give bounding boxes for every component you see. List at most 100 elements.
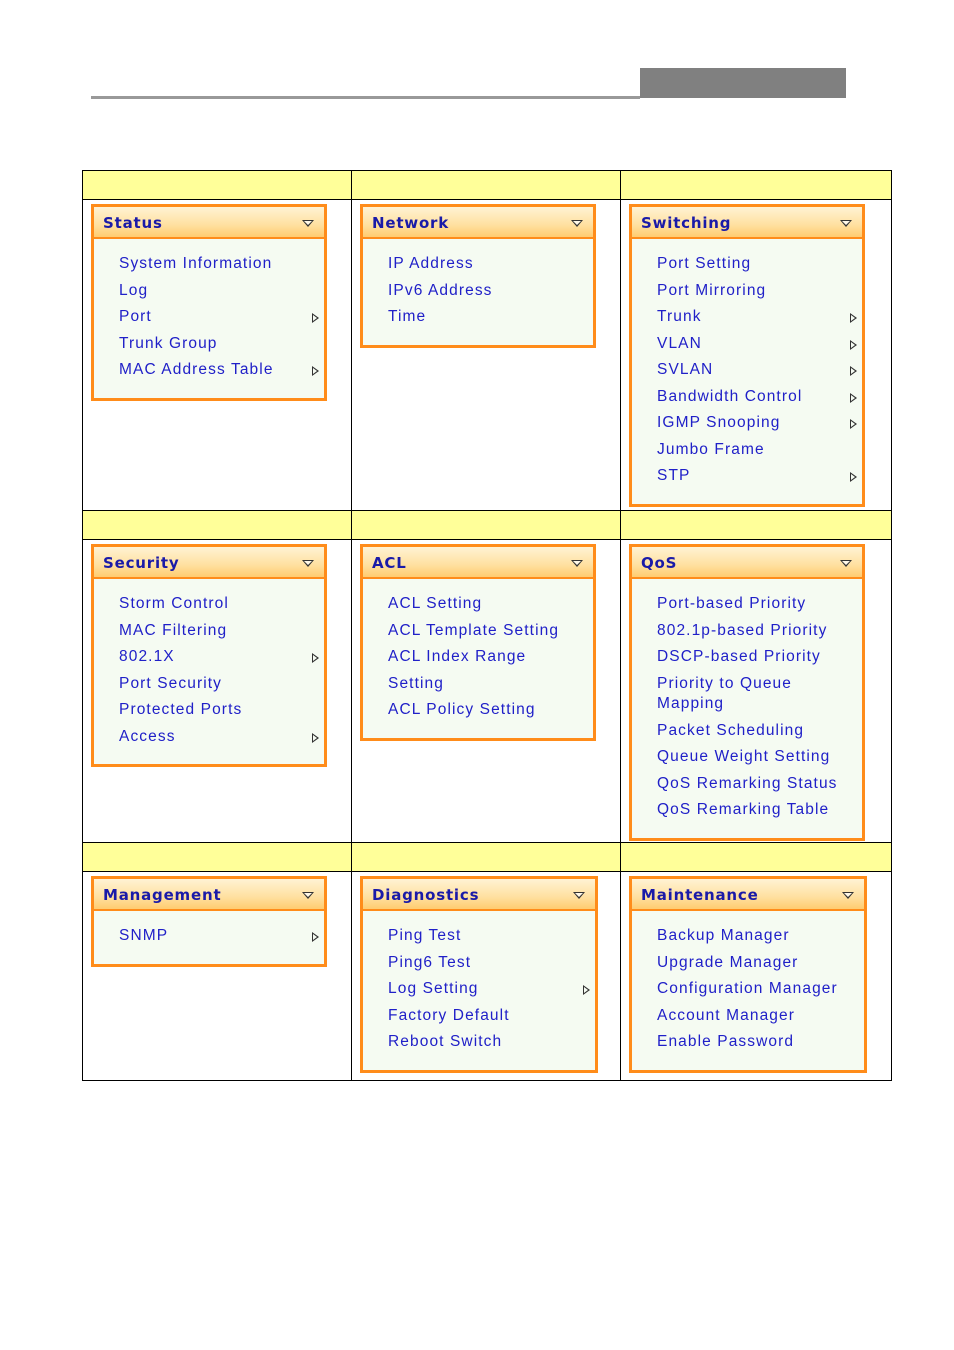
submenu-arrow-icon [850, 339, 857, 350]
menu-item[interactable]: Port-based Priority [632, 591, 862, 618]
menu-item-label: Port [119, 308, 152, 325]
menu-item[interactable]: SVLAN [632, 357, 862, 384]
menu-row-1: Status System Information Log Port Trunk Gro… [82, 199, 892, 511]
menu-title: ACL [372, 554, 407, 572]
menu-item[interactable]: Storm Control [94, 591, 324, 618]
menu-qos: QoS Port-based Priority 802.1p-based Prior… [629, 544, 865, 841]
header-block [640, 68, 846, 98]
menu-item[interactable]: Port [94, 304, 324, 331]
menu-item-label: Port Security [119, 674, 223, 692]
menu-item[interactable]: MAC Address Table [94, 357, 324, 384]
menu-item-label: Account Manager [657, 1006, 795, 1024]
collapse-triangle-icon[interactable] [302, 220, 314, 227]
menu-item[interactable]: ACL Policy Setting [363, 697, 593, 724]
menu-item[interactable]: ACL Index Range Setting [363, 644, 593, 697]
header-cell [351, 170, 621, 200]
menu-item-label: QoS Remarking Table [657, 801, 830, 818]
menu-item[interactable]: Log Setting [363, 976, 595, 1003]
menu-header[interactable]: QoS [632, 547, 862, 579]
collapse-triangle-icon[interactable] [840, 220, 852, 227]
menu-item-label: Reboot Switch [388, 1033, 503, 1050]
menu-item[interactable]: 802.1X [94, 644, 324, 671]
menu-item-label: Ping Test [388, 927, 462, 944]
menu-item-label: DSCP-based Priority [657, 648, 821, 665]
menu-item[interactable]: Bandwidth Control [632, 384, 862, 411]
menu-header[interactable]: Diagnostics [363, 879, 595, 911]
menu-item[interactable]: System Information [94, 251, 324, 278]
menu-item[interactable]: Port Mirroring [632, 278, 862, 305]
collapse-triangle-icon[interactable] [840, 560, 852, 567]
menu-item-label: Jumbo Frame [657, 440, 765, 458]
menu-item[interactable]: Trunk [632, 304, 862, 331]
header-cell [351, 842, 621, 872]
menu-item-label: 802.1X [119, 648, 175, 665]
menu-title: Security [103, 554, 180, 572]
submenu-arrow-icon [312, 932, 319, 942]
menu-item[interactable]: Reboot Switch [363, 1029, 595, 1056]
menu-item-label: System Information [119, 255, 273, 272]
menu-item[interactable]: Packet Scheduling [632, 718, 862, 745]
collapse-triangle-icon[interactable] [571, 560, 583, 567]
menu-body: Storm Control MAC Filtering 802.1X Port Sec… [94, 579, 324, 764]
menu-item[interactable]: Factory Default [363, 1003, 595, 1030]
menu-item-label: MAC Address Table [119, 361, 274, 378]
collapse-triangle-icon[interactable] [302, 560, 314, 567]
menu-item[interactable]: Queue Weight Setting [632, 744, 862, 771]
menu-header[interactable]: ACL [363, 547, 593, 579]
menu-header[interactable]: Management [94, 879, 324, 911]
menu-item[interactable]: Ping Test [363, 923, 595, 950]
menu-item[interactable]: Upgrade Manager [632, 950, 864, 977]
menu-item[interactable]: Time [363, 304, 593, 331]
menu-item[interactable]: DSCP-based Priority [632, 644, 862, 671]
menu-item[interactable]: QoS Remarking Status [632, 771, 862, 798]
menu-item[interactable]: Trunk Group [94, 331, 324, 358]
menu-item[interactable]: Account Manager [632, 1003, 864, 1030]
menu-item[interactable]: Enable Password [632, 1029, 864, 1056]
header-cell [620, 842, 892, 872]
menu-header[interactable]: Security [94, 547, 324, 579]
menu-item-label: Trunk Group [119, 334, 218, 352]
menu-item[interactable]: IGMP Snooping [632, 410, 862, 437]
menu-item[interactable]: ACL Template Setting [363, 618, 593, 645]
menu-item[interactable]: VLAN [632, 331, 862, 358]
menu-item[interactable]: 802.1p-based Priority [632, 618, 862, 645]
menu-item[interactable]: Backup Manager [632, 923, 864, 950]
menu-item[interactable]: Port Security [94, 671, 324, 698]
menu-header[interactable]: Network [363, 207, 593, 239]
menu-item[interactable]: STP [632, 463, 862, 490]
menu-item[interactable]: Ping6 Test [363, 950, 595, 977]
menu-header[interactable]: Switching [632, 207, 862, 239]
menu-item[interactable]: Protected Ports [94, 697, 324, 724]
menu-item[interactable]: Port Setting [632, 251, 862, 278]
menu-item-label: Queue Weight Setting [657, 748, 831, 765]
menu-item[interactable]: Priority to Queue Mapping [632, 671, 862, 718]
menu-item[interactable]: Access [94, 724, 324, 751]
menu-item[interactable]: Configuration Manager [632, 976, 864, 1003]
menu-item[interactable]: Jumbo Frame [632, 437, 862, 464]
collapse-triangle-icon[interactable] [842, 892, 854, 899]
header-rule [91, 96, 640, 99]
menu-item[interactable]: IPv6 Address [363, 278, 593, 305]
menu-body: Ping Test Ping6 Test Log Setting Factory De… [363, 911, 595, 1070]
menu-item[interactable]: Log [94, 278, 324, 305]
collapse-triangle-icon[interactable] [571, 220, 583, 227]
menu-body: Backup Manager Upgrade Manager Configurati… [632, 911, 864, 1070]
collapse-triangle-icon[interactable] [302, 892, 314, 899]
menu-header[interactable]: Status [94, 207, 324, 239]
menu-row-2: Security Storm Control MAC Filtering 802.1X… [82, 539, 892, 843]
menu-item[interactable]: ACL Setting [363, 591, 593, 618]
menu-item[interactable]: MAC Filtering [94, 618, 324, 645]
menu-cell: Security Storm Control MAC Filtering 802.1X… [82, 539, 352, 843]
menu-header[interactable]: Maintenance [632, 879, 864, 911]
collapse-triangle-icon[interactable] [573, 892, 585, 899]
menu-item[interactable]: SNMP [94, 923, 324, 950]
menu-item-label: VLAN [657, 334, 702, 352]
menu-body: System Information Log Port Trunk Group MAC … [94, 239, 324, 398]
menu-item-label: Log Setting [388, 980, 479, 997]
menu-item[interactable]: QoS Remarking Table [632, 797, 862, 824]
menu-item-label: QoS Remarking Status [657, 774, 838, 792]
menu-item[interactable]: IP Address [363, 251, 593, 278]
menu-item-label: Protected Ports [119, 701, 243, 718]
submenu-arrow-icon [312, 313, 319, 323]
menu-security: Security Storm Control MAC Filtering 802.1X… [91, 544, 327, 767]
